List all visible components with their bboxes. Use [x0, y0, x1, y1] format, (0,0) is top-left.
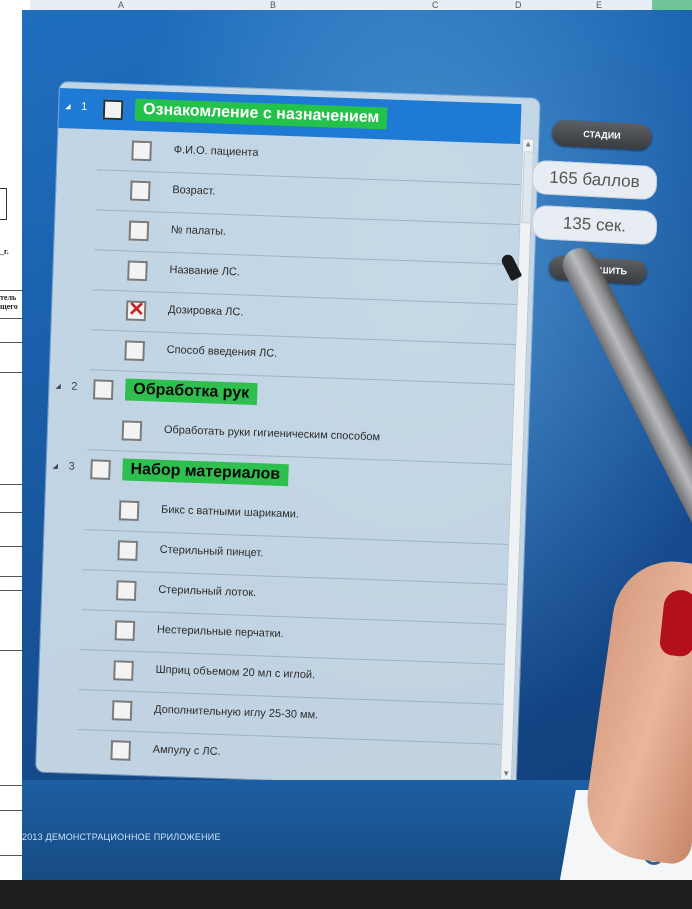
item-label: Название ЛС. — [169, 263, 241, 279]
item-checkbox[interactable] — [111, 700, 133, 721]
spreadsheet-fragment: тель — [0, 293, 17, 302]
item-checkbox[interactable] — [131, 140, 152, 162]
item-checkbox[interactable] — [110, 740, 132, 761]
item-label: Шприц объемом 20 мл с иглой. — [155, 663, 316, 682]
checklist-panel: ◢ 1 Ознакомление с назначением Ф.И.О. па… — [35, 82, 540, 789]
app-caption: 2013 ДЕМОНСТРАЦИОННОЕ ПРИЛОЖЕНИЕ — [22, 832, 221, 842]
item-label: Бикс с ватными шариками. — [160, 503, 300, 521]
column-header: B — [270, 0, 277, 10]
item-label: Дозировка ЛС. — [167, 303, 244, 319]
scroll-down-arrow-icon[interactable]: ▼ — [501, 769, 511, 779]
section-checkbox[interactable] — [102, 99, 124, 121]
item-checkbox[interactable] — [117, 540, 139, 561]
item-label: Ф.И.О. пациента — [173, 144, 259, 159]
item-label: № палаты. — [170, 223, 227, 238]
collapse-arrow-icon[interactable]: ◢ — [55, 382, 61, 390]
item-label: Способ введения ЛС. — [166, 343, 278, 360]
item-label: Обработать руки гигиеническим способом — [163, 423, 381, 444]
section-number: 1 — [80, 100, 88, 113]
item-checkbox[interactable] — [128, 220, 150, 242]
section-title: Набор материалов — [122, 458, 289, 487]
section-checkbox[interactable] — [90, 459, 111, 480]
item-label: Ампулу с ЛС. — [152, 743, 221, 759]
item-checkbox[interactable] — [121, 420, 143, 442]
score-display: 165 баллов — [531, 159, 658, 201]
collapse-arrow-icon[interactable]: ◢ — [52, 462, 58, 470]
scroll-up-arrow-icon[interactable]: ▲ — [523, 139, 533, 149]
item-checkbox-checked[interactable]: ✕ — [125, 299, 147, 322]
spreadsheet-cell-box — [0, 188, 7, 220]
item-label: Возраст. — [172, 183, 216, 198]
column-header: C — [432, 0, 439, 10]
item-checkbox[interactable] — [118, 500, 140, 522]
item-label: Нестерильные перчатки. — [156, 623, 284, 641]
item-checkbox[interactable] — [114, 620, 136, 641]
column-header: D — [515, 0, 522, 10]
monitor-bezel — [0, 880, 692, 909]
timer-display: 135 сек. — [531, 204, 658, 246]
item-checkbox[interactable] — [113, 660, 134, 681]
section-checkbox[interactable] — [92, 379, 114, 401]
scroll-thumb[interactable] — [521, 151, 534, 224]
section-title: Обработка рук — [124, 378, 258, 406]
item-checkbox[interactable] — [115, 580, 137, 601]
column-header: E — [596, 0, 603, 10]
section-number: 3 — [68, 460, 75, 473]
section-title: Ознакомление с назначением — [134, 98, 388, 130]
spreadsheet-fragment: _г. — [0, 247, 9, 256]
item-label: Стерильный лоток. — [158, 583, 257, 600]
app-screen: ◢ 1 Ознакомление с назначением Ф.И.О. па… — [22, 10, 692, 880]
collapse-arrow-icon[interactable]: ◢ — [65, 102, 71, 110]
column-header: A — [118, 0, 125, 10]
section-number: 2 — [71, 380, 78, 393]
item-label: Дополнительную иглу 25-30 мм. — [153, 703, 319, 722]
stages-button[interactable]: СТАДИИ — [551, 119, 653, 151]
item-checkbox[interactable] — [124, 340, 146, 362]
item-checkbox[interactable] — [129, 180, 151, 202]
item-checkbox[interactable] — [127, 260, 148, 282]
item-label: Стерильный пинцет. — [159, 543, 264, 560]
spreadsheet-fragment: щего — [0, 302, 18, 311]
